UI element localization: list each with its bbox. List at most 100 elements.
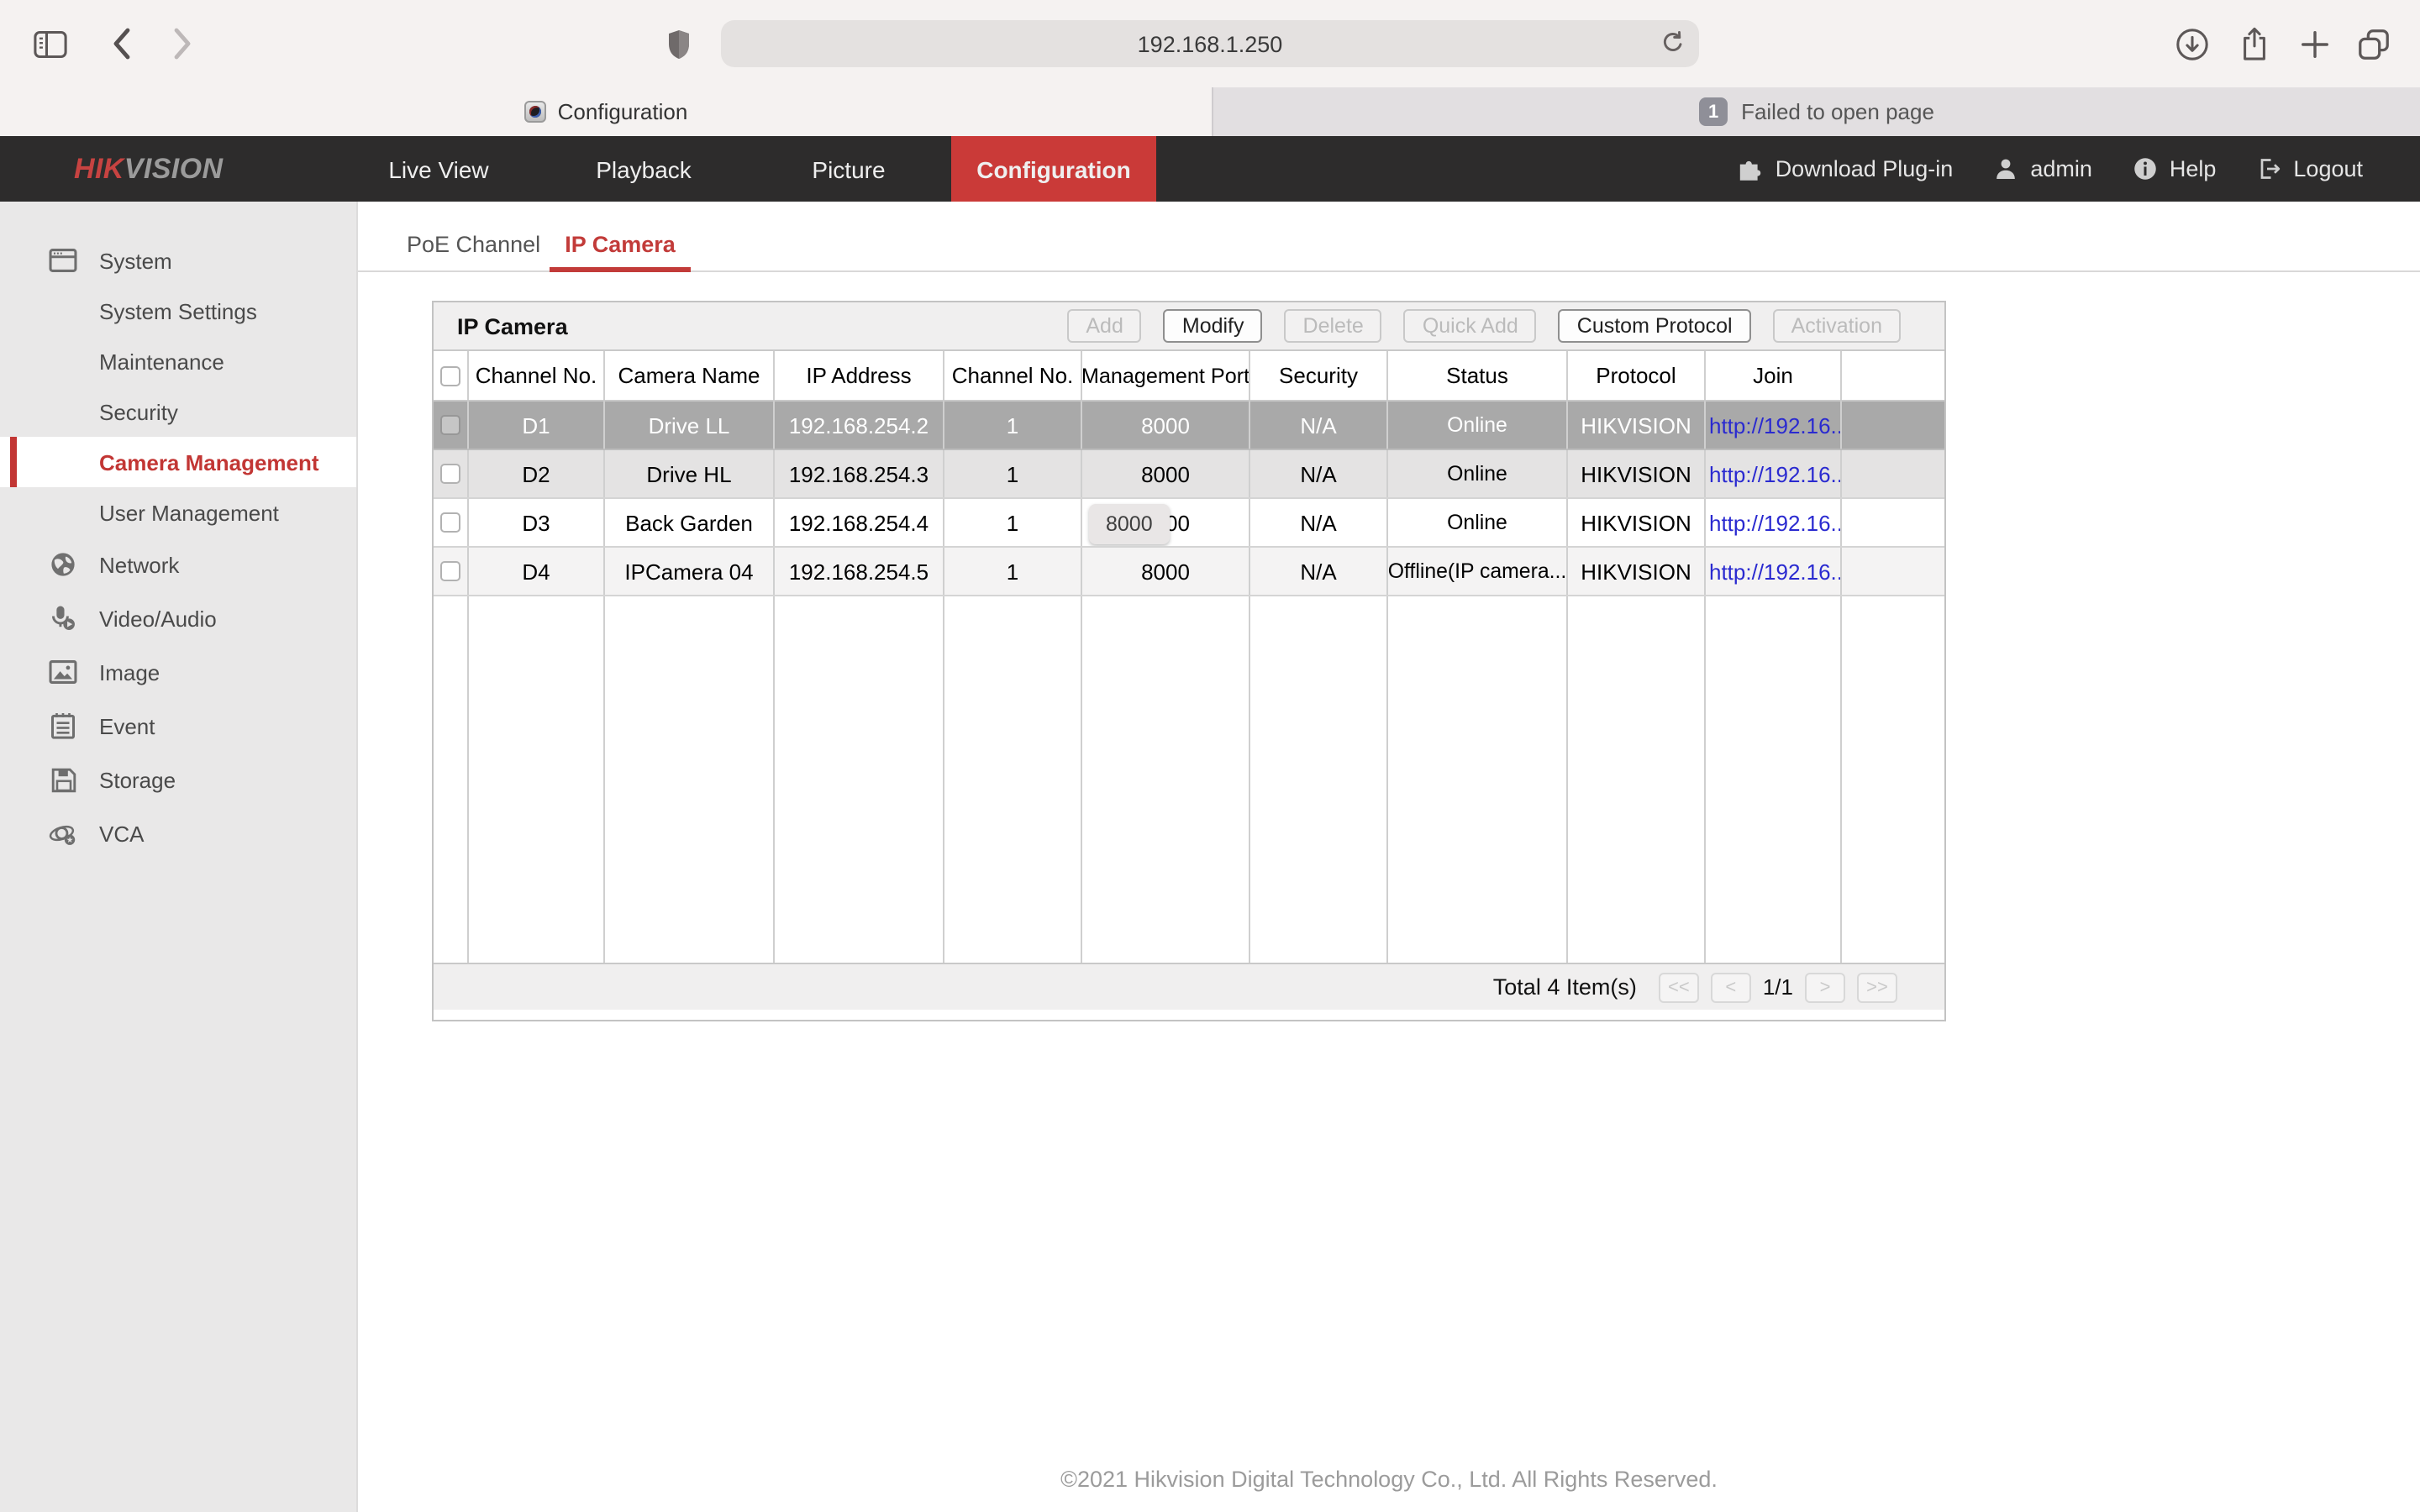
- sidebar-item-maintenance[interactable]: Maintenance: [0, 336, 356, 386]
- sidebar-item-event[interactable]: Event: [0, 699, 356, 753]
- nav-picture[interactable]: Picture: [746, 136, 951, 202]
- downloads-icon[interactable]: [2171, 24, 2212, 64]
- table-empty-area: [434, 596, 1944, 964]
- nav-configuration[interactable]: Configuration: [951, 136, 1156, 202]
- col-status: Status: [1388, 351, 1568, 400]
- col-empty: [1842, 351, 1944, 400]
- col-camera-name: Camera Name: [605, 351, 775, 400]
- add-button[interactable]: Add: [1067, 309, 1142, 343]
- port-tooltip: 8000: [1089, 503, 1170, 543]
- configuration-content: PoE Channel IP Camera IP Camera Add Modi…: [358, 202, 2420, 1512]
- globe-icon: [49, 550, 77, 579]
- sidebar-item-system-settings[interactable]: System Settings: [0, 286, 356, 336]
- forward-button[interactable]: [161, 24, 202, 64]
- camera-join-link[interactable]: http://192.16...: [1709, 559, 1840, 584]
- table-row[interactable]: D4 IPCamera 04 192.168.254.5 1 8000 N/A …: [434, 548, 1944, 596]
- nav-playback[interactable]: Playback: [541, 136, 746, 202]
- vca-icon: ★: [49, 819, 77, 848]
- sidebar-toggle-icon[interactable]: [30, 24, 71, 64]
- tab-poe-channel[interactable]: PoE Channel: [407, 232, 540, 257]
- hikvision-logo: HIK VISION: [74, 152, 224, 184]
- tab-overview-icon[interactable]: [2353, 24, 2393, 64]
- camera-join-link[interactable]: http://192.16...: [1709, 412, 1840, 438]
- tab-configuration[interactable]: Configuration: [0, 87, 1212, 136]
- cell-protocol: HIKVISION: [1568, 450, 1706, 497]
- cell-channel: D2: [469, 450, 605, 497]
- col-protocol: Protocol: [1568, 351, 1706, 400]
- last-page-button[interactable]: >>: [1857, 972, 1897, 1002]
- nav-live-view[interactable]: Live View: [336, 136, 541, 202]
- table-footer: Total 4 Item(s) << < 1/1 > >>: [434, 964, 1944, 1010]
- cell-channel2: 1: [944, 499, 1082, 546]
- sidebar-item-system[interactable]: System: [0, 235, 356, 286]
- user-icon: [1993, 156, 2018, 181]
- logout-link[interactable]: Logout: [2256, 156, 2363, 181]
- reload-icon[interactable]: [1659, 29, 1687, 57]
- camera-join-link[interactable]: http://192.16...: [1709, 461, 1840, 486]
- share-icon[interactable]: [2233, 24, 2274, 64]
- table-row[interactable]: D2 Drive HL 192.168.254.3 1 8000 N/A Onl…: [434, 450, 1944, 499]
- help-link[interactable]: Help: [2133, 156, 2216, 181]
- cell-port: 8000: [1082, 548, 1250, 595]
- sidebar-item-vca[interactable]: ★ VCA: [0, 806, 356, 860]
- camera-join-link[interactable]: http://192.16...: [1709, 510, 1840, 535]
- cell-security: N/A: [1250, 548, 1388, 595]
- cell-ip: 192.168.254.5: [775, 548, 944, 595]
- tab-failed-to-open[interactable]: 1 Failed to open page: [1212, 87, 2420, 136]
- cell-channel: D3: [469, 499, 605, 546]
- prev-page-button[interactable]: <: [1710, 972, 1751, 1002]
- back-button[interactable]: [101, 24, 141, 64]
- row-checkbox[interactable]: [440, 561, 460, 581]
- tab-title: Configuration: [557, 99, 688, 124]
- cell-status: Online: [1388, 450, 1568, 497]
- cell-status: Online: [1388, 402, 1568, 449]
- col-ip-address: IP Address: [775, 351, 944, 400]
- quick-add-button[interactable]: Quick Add: [1403, 309, 1537, 343]
- download-plugin-link[interactable]: Download Plug-in: [1737, 155, 1953, 182]
- page-indicator: 1/1: [1762, 974, 1793, 1000]
- row-checkbox[interactable]: [440, 464, 460, 484]
- camera-favicon-icon: [523, 101, 546, 123]
- sidebar-item-video-audio[interactable]: Video/Audio: [0, 591, 356, 645]
- sidebar-item-camera-management[interactable]: Camera Management: [0, 437, 356, 487]
- svg-text:★: ★: [66, 836, 73, 844]
- row-checkbox[interactable]: [440, 512, 460, 533]
- cell-camera-name: Drive HL: [605, 450, 775, 497]
- custom-protocol-button[interactable]: Custom Protocol: [1558, 309, 1751, 343]
- sidebar-item-user-management[interactable]: User Management: [0, 487, 356, 538]
- table-row[interactable]: D3 Back Garden 192.168.254.4 1 8000 8000…: [434, 499, 1944, 548]
- activation-button[interactable]: Activation: [1772, 309, 1901, 343]
- config-sidebar: System System Settings Maintenance Secur…: [0, 202, 358, 1512]
- info-icon: [2133, 156, 2158, 181]
- url-text: 192.168.1.250: [1137, 31, 1283, 56]
- user-menu[interactable]: admin: [1993, 156, 2092, 181]
- row-checkbox[interactable]: [440, 415, 460, 435]
- new-tab-icon[interactable]: [2294, 24, 2334, 64]
- sidebar-item-image[interactable]: Image: [0, 645, 356, 699]
- cell-ip: 192.168.254.3: [775, 450, 944, 497]
- ip-camera-panel: IP Camera Add Modify Delete Quick Add Cu…: [432, 301, 1946, 1021]
- select-all-checkbox[interactable]: [440, 365, 460, 386]
- cell-ip: 192.168.254.2: [775, 402, 944, 449]
- privacy-shield-icon[interactable]: [659, 24, 699, 64]
- logout-icon: [2256, 156, 2281, 181]
- url-bar[interactable]: 192.168.1.250: [721, 20, 1699, 67]
- sidebar-item-network[interactable]: Network: [0, 538, 356, 591]
- modify-button[interactable]: Modify: [1163, 309, 1263, 343]
- main-menu: Live View Playback Picture Configuration: [336, 136, 1156, 202]
- cell-camera-name: Drive LL: [605, 402, 775, 449]
- cell-status: Offline(IP camera...: [1388, 548, 1568, 595]
- col-channel-no2: Channel No.: [944, 351, 1082, 400]
- active-tab-underline: [550, 266, 691, 271]
- table-row[interactable]: D1 Drive LL 192.168.254.2 1 8000 N/A Onl…: [434, 402, 1944, 450]
- next-page-button[interactable]: >: [1805, 972, 1845, 1002]
- sidebar-item-security[interactable]: Security: [0, 386, 356, 437]
- tab-ip-camera[interactable]: IP Camera: [550, 232, 691, 257]
- microphone-icon: [49, 604, 77, 633]
- cell-protocol: HIKVISION: [1568, 548, 1706, 595]
- sidebar-item-storage[interactable]: Storage: [0, 753, 356, 806]
- system-icon: [49, 246, 77, 275]
- delete-button[interactable]: Delete: [1284, 309, 1382, 343]
- col-security: Security: [1250, 351, 1388, 400]
- first-page-button[interactable]: <<: [1658, 972, 1699, 1002]
